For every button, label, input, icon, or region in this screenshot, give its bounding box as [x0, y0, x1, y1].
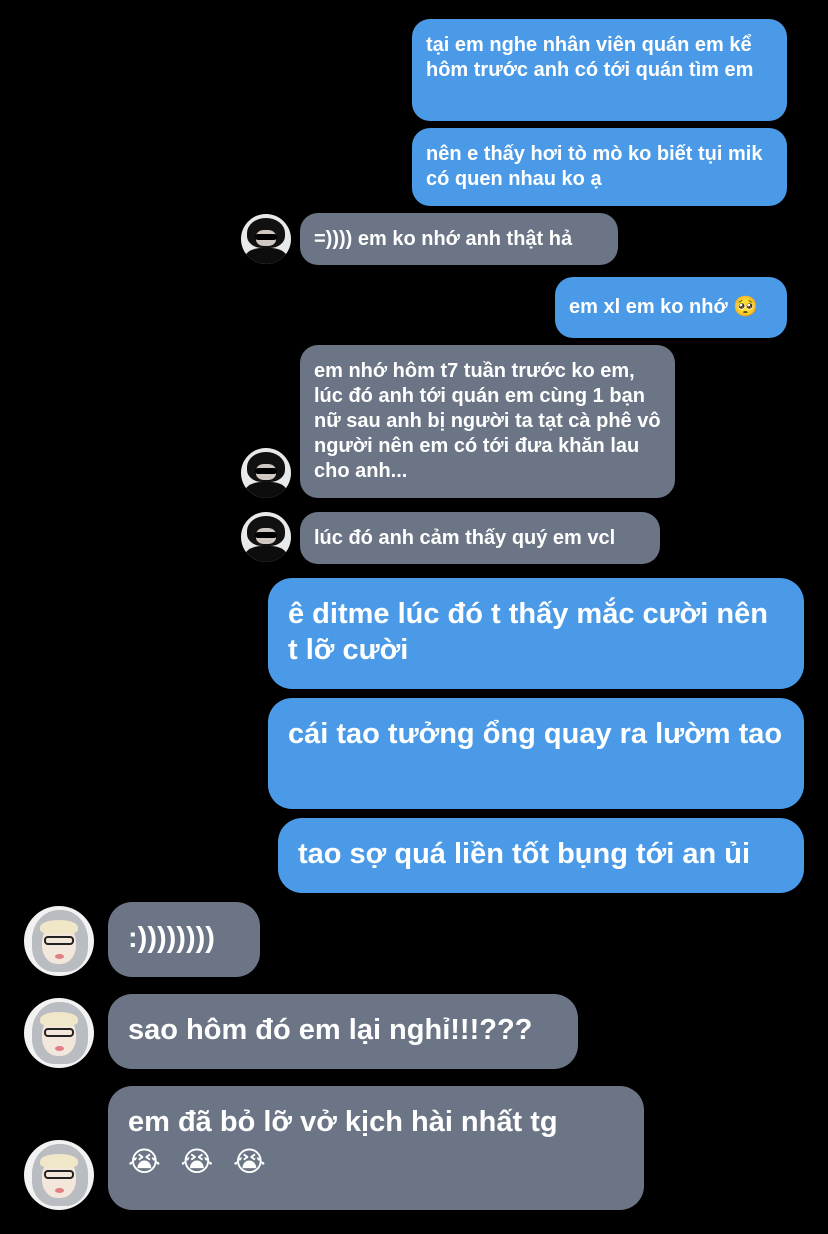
message-text: em xl em ko nhớ 🥺	[569, 296, 759, 318]
message-bubble-outgoing[interactable]: ê ditme lúc đó t thấy mắc cười nên t lỡ …	[268, 578, 804, 689]
message-bubble-outgoing[interactable]: cái tao tưởng ổng quay ra lườm tao	[268, 698, 804, 809]
message-text: tao sợ quá liền tốt bụng tới an ủi	[298, 838, 751, 870]
contact-avatar[interactable]	[24, 998, 94, 1068]
message-bubble-incoming[interactable]: sao hôm đó em lại nghỉ!!!???	[108, 994, 578, 1069]
contact-avatar[interactable]	[241, 214, 291, 264]
message-text: nên e thấy hơi tò mò ko biết tụi mik có …	[426, 143, 763, 190]
message-text: lúc đó anh cảm thấy quý em vcl	[314, 527, 616, 549]
message-text: tại em nghe nhân viên quán em kể hôm trư…	[426, 34, 754, 81]
message-bubble-incoming[interactable]: em nhớ hôm t7 tuần trước ko em, lúc đó a…	[300, 345, 675, 498]
message-text: em nhớ hôm t7 tuần trước ko em, lúc đó a…	[314, 360, 661, 482]
crying-emoji-row: 😭 😭 😭	[128, 1146, 272, 1177]
message-bubble-incoming[interactable]: lúc đó anh cảm thấy quý em vcl	[300, 512, 660, 564]
message-text: cái tao tưởng ổng quay ra lườm tao	[288, 718, 783, 750]
message-text: =)))) em ko nhớ anh thật hả	[314, 228, 573, 250]
contact-avatar[interactable]	[24, 1140, 94, 1210]
message-text: sao hôm đó em lại nghỉ!!!???	[128, 1014, 533, 1046]
contact-avatar[interactable]	[24, 906, 94, 976]
message-text: em đã bỏ lỡ vở kịch hài nhất tg	[128, 1106, 558, 1138]
message-bubble-incoming[interactable]: em đã bỏ lỡ vở kịch hài nhất tg 😭 😭 😭	[108, 1086, 644, 1210]
message-bubble-incoming[interactable]: :))))))))	[108, 902, 260, 977]
message-bubble-outgoing[interactable]: tại em nghe nhân viên quán em kể hôm trư…	[412, 19, 787, 121]
contact-avatar[interactable]	[241, 512, 291, 562]
message-text: :))))))))	[128, 922, 215, 954]
message-bubble-incoming[interactable]: =)))) em ko nhớ anh thật hả	[300, 213, 618, 265]
message-bubble-outgoing[interactable]: tao sợ quá liền tốt bụng tới an ủi	[278, 818, 804, 893]
message-text: ê ditme lúc đó t thấy mắc cười nên t lỡ …	[288, 598, 768, 666]
message-bubble-outgoing[interactable]: em xl em ko nhớ 🥺	[555, 277, 787, 338]
contact-avatar[interactable]	[241, 448, 291, 498]
message-bubble-outgoing[interactable]: nên e thấy hơi tò mò ko biết tụi mik có …	[412, 128, 787, 206]
